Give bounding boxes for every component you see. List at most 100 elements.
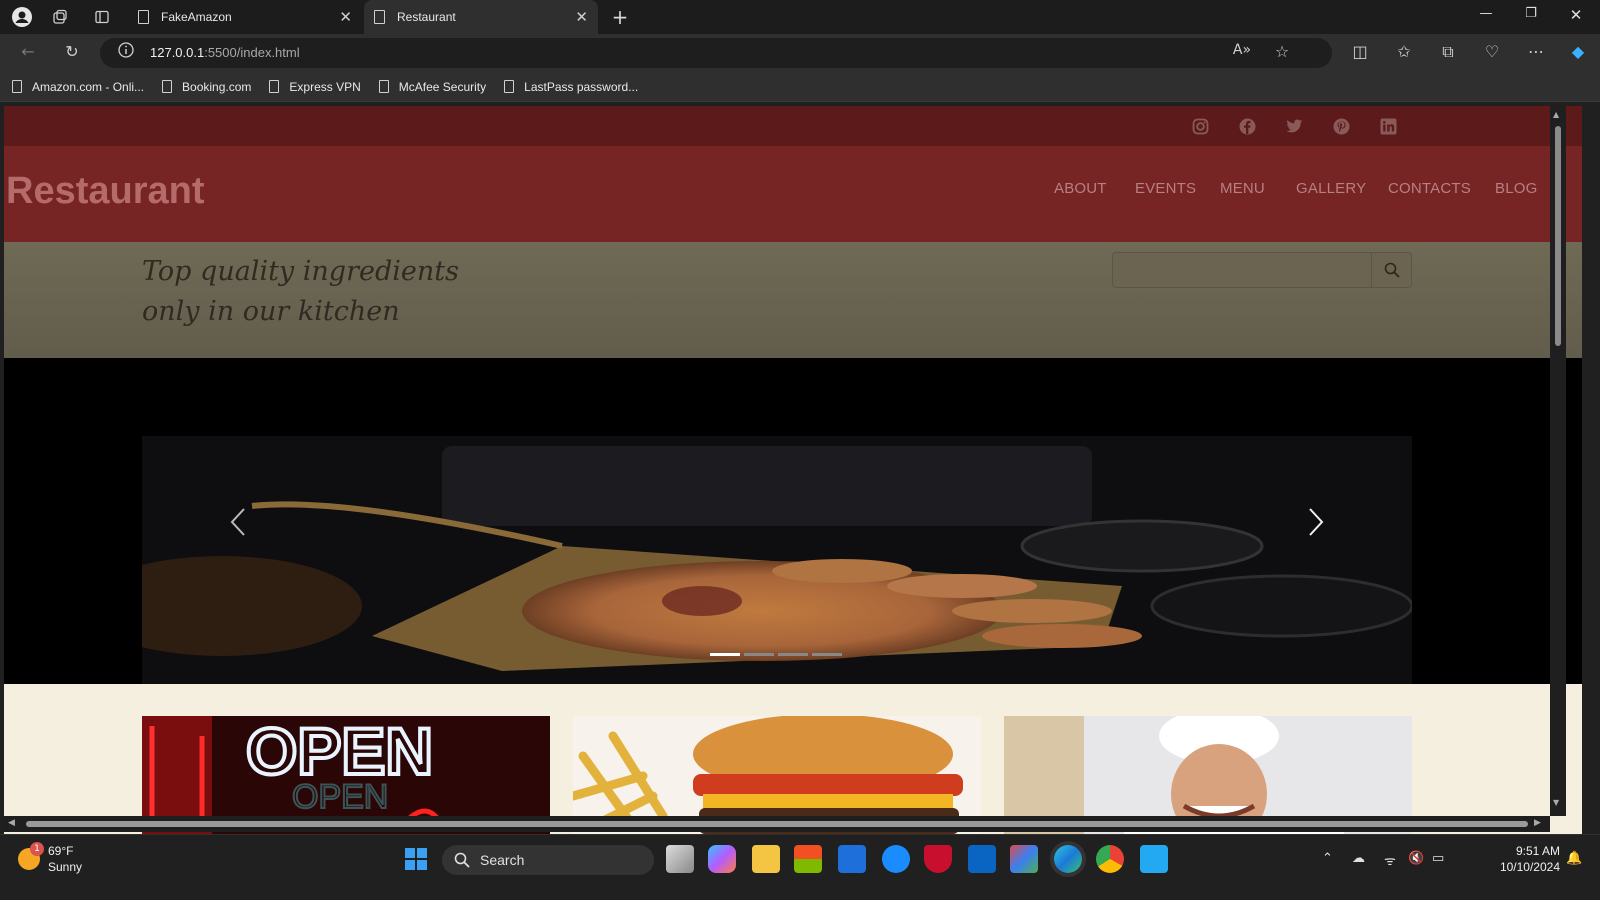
- site-search-button[interactable]: [1371, 253, 1411, 287]
- tray-chevron-icon[interactable]: ⌃: [1322, 851, 1333, 866]
- task-view-icon[interactable]: [666, 845, 694, 873]
- page-icon: [269, 80, 280, 93]
- site-search: [1112, 252, 1412, 288]
- collections-icon[interactable]: ⧉: [1436, 42, 1460, 64]
- tab-restaurant[interactable]: Restaurant ✕: [364, 0, 598, 34]
- horizontal-scrollbar[interactable]: ◀ ▶: [4, 816, 1550, 832]
- tab-actions-icon[interactable]: [90, 5, 114, 29]
- pinterest-icon[interactable]: [1331, 116, 1351, 136]
- snipping-tool-icon[interactable]: [1010, 845, 1038, 873]
- bookmark-booking[interactable]: Booking.com: [162, 80, 251, 94]
- wifi-icon[interactable]: ᯤ: [1384, 851, 1396, 869]
- windows-taskbar: 1 69°F Sunny Search ⌃ ☁ ᯤ 🔇 ▭ 9:51 AM 10…: [0, 834, 1600, 900]
- volume-muted-icon[interactable]: 🔇: [1408, 851, 1424, 866]
- scroll-left-icon[interactable]: ◀: [8, 818, 15, 828]
- microsoft-store-icon[interactable]: [794, 845, 822, 873]
- nav-contacts[interactable]: CONTACTS: [1388, 180, 1471, 197]
- sun-icon: 1: [18, 842, 44, 870]
- site-header: Restaurant ABOUT EVENTS MENU GALLERY CON…: [4, 146, 1582, 242]
- carousel-indicator[interactable]: [744, 653, 774, 656]
- taskbar-search[interactable]: Search: [442, 845, 654, 875]
- scroll-down-icon[interactable]: ▼: [1553, 798, 1559, 807]
- nav-about[interactable]: ABOUT: [1054, 180, 1107, 197]
- linkedin-icon[interactable]: [1378, 116, 1398, 136]
- url-host: 127.0.0.1: [150, 45, 205, 60]
- twitter-icon[interactable]: [1284, 116, 1304, 136]
- edge-icon[interactable]: [1054, 845, 1082, 873]
- clock-date: 10/10/2024: [1499, 860, 1560, 874]
- carousel-indicator[interactable]: [778, 653, 808, 656]
- nav-blog[interactable]: BLOG: [1495, 180, 1537, 197]
- tab-title: FakeAmazon: [161, 10, 232, 24]
- carousel-indicator[interactable]: [710, 653, 740, 656]
- restore-icon[interactable]: ❐: [1519, 6, 1543, 28]
- carousel-next-icon[interactable]: [1308, 506, 1324, 546]
- svg-text:OPEN: OPEN: [292, 778, 388, 816]
- close-window-icon[interactable]: ✕: [1564, 6, 1588, 28]
- bookmark-expressvpn[interactable]: Express VPN: [269, 80, 361, 94]
- vscode-icon[interactable]: [1140, 845, 1168, 873]
- vertical-scrollbar[interactable]: ▲ ▼: [1550, 106, 1566, 816]
- tab-fakeamazon[interactable]: FakeAmazon ✕: [128, 0, 362, 34]
- close-icon[interactable]: ✕: [339, 8, 352, 26]
- start-icon[interactable]: [404, 847, 428, 875]
- workspaces-icon[interactable]: [48, 5, 72, 29]
- refresh-icon[interactable]: ↻: [60, 42, 84, 64]
- hp-app-icon[interactable]: [838, 845, 866, 873]
- favorites-icon[interactable]: ✩: [1392, 42, 1416, 64]
- nav-menu[interactable]: MENU: [1220, 180, 1265, 197]
- chrome-icon[interactable]: [1096, 845, 1124, 873]
- read-aloud-icon[interactable]: A»: [1230, 42, 1254, 64]
- site-search-input[interactable]: [1113, 253, 1371, 287]
- site-info-icon[interactable]: [114, 42, 138, 64]
- page-icon: [378, 80, 389, 93]
- scroll-up-icon[interactable]: ▲: [1553, 110, 1559, 119]
- page-icon: [12, 80, 22, 93]
- carousel-indicator[interactable]: [812, 653, 842, 656]
- favorite-star-icon[interactable]: ☆: [1270, 42, 1294, 64]
- onedrive-icon[interactable]: ☁: [1352, 851, 1365, 866]
- copilot-icon[interactable]: ◆: [1566, 42, 1590, 64]
- url-text: 127.0.0.1:5500/index.html: [150, 45, 300, 60]
- split-screen-icon[interactable]: ◫: [1348, 42, 1372, 64]
- copilot-app-icon[interactable]: [708, 845, 736, 873]
- system-clock[interactable]: 9:51 AM 10/10/2024: [1500, 843, 1560, 875]
- page-icon: [138, 10, 149, 24]
- scroll-right-icon[interactable]: ▶: [1534, 818, 1541, 828]
- minimize-icon[interactable]: —: [1474, 6, 1498, 28]
- bookmark-amazon[interactable]: Amazon.com - Onli...: [12, 80, 144, 94]
- browser-essentials-icon[interactable]: ♡: [1480, 42, 1504, 64]
- horizontal-scroll-thumb[interactable]: [26, 821, 1528, 827]
- bookmarks-bar: Amazon.com - Onli... Booking.com Express…: [0, 72, 1600, 102]
- bookmark-lastpass[interactable]: LastPass password...: [504, 80, 638, 94]
- page-icon: [504, 80, 515, 93]
- search-icon: [1384, 262, 1399, 278]
- weather-widget[interactable]: 1 69°F Sunny: [18, 842, 82, 875]
- facebook-icon[interactable]: [1237, 116, 1257, 136]
- bookmark-mcafee[interactable]: McAfee Security: [378, 79, 487, 94]
- carousel-prev-icon[interactable]: [230, 506, 246, 546]
- help-icon[interactable]: [882, 845, 910, 873]
- mcafee-icon[interactable]: [924, 845, 952, 873]
- more-menu-icon[interactable]: ⋯: [1524, 42, 1548, 64]
- file-explorer-icon[interactable]: [752, 845, 780, 873]
- vertical-scroll-thumb[interactable]: [1555, 126, 1561, 346]
- page-icon: [162, 80, 173, 93]
- bookmark-label: McAfee Security: [398, 79, 487, 94]
- instagram-icon[interactable]: [1190, 116, 1210, 136]
- site-brand-logo[interactable]: Restaurant: [6, 170, 205, 213]
- notifications-bell-icon[interactable]: 🔔: [1566, 851, 1582, 866]
- tagline-line-2: only in our kitchen: [142, 296, 400, 327]
- tab-title: Restaurant: [397, 10, 456, 24]
- tagline-line-1: Top quality ingredients: [142, 256, 459, 287]
- nav-events[interactable]: EVENTS: [1135, 180, 1196, 197]
- outlook-icon[interactable]: [968, 845, 996, 873]
- back-icon[interactable]: ←: [16, 42, 40, 64]
- nav-gallery[interactable]: GALLERY: [1296, 180, 1366, 197]
- url-field[interactable]: 127.0.0.1:5500/index.html A» ☆: [100, 38, 1332, 68]
- profile-icon[interactable]: [10, 5, 34, 29]
- new-tab-icon[interactable]: +: [608, 5, 632, 29]
- close-icon[interactable]: ✕: [575, 8, 588, 26]
- battery-icon[interactable]: ▭: [1432, 851, 1444, 866]
- search-icon: [454, 852, 470, 868]
